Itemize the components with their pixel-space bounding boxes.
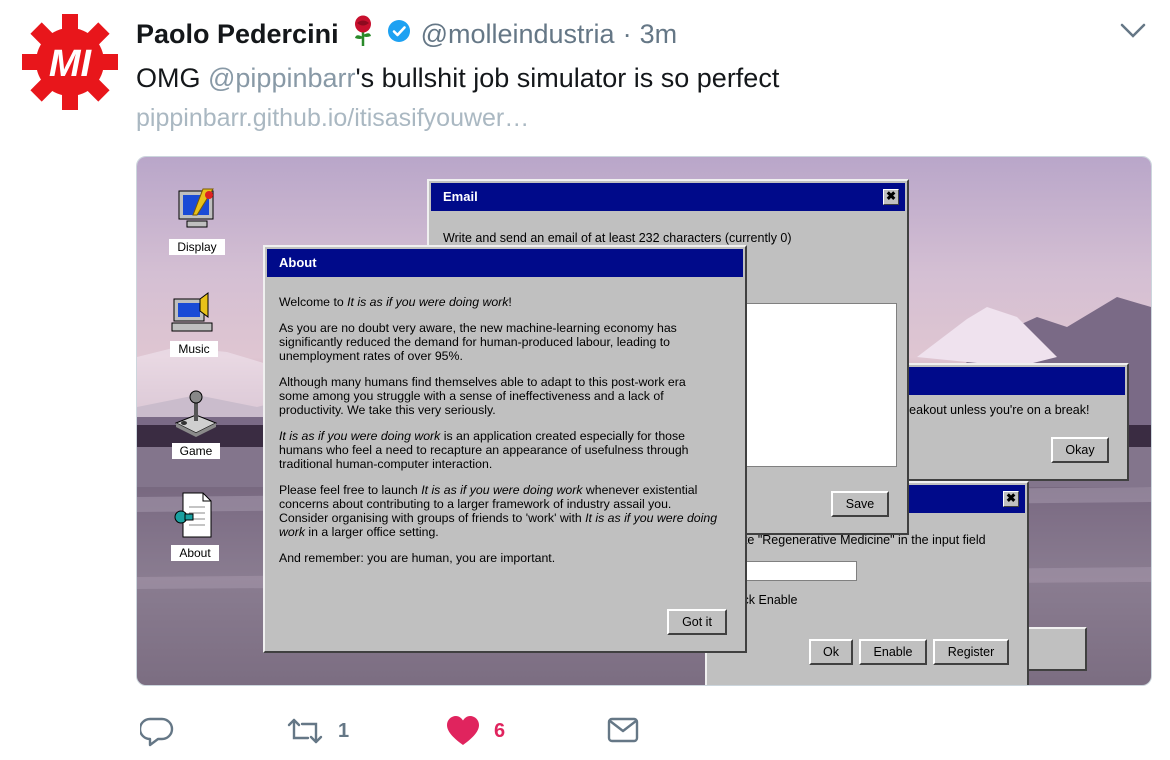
tweet-link[interactable]: pippinbarr.github.io/itisasifyouwer… [136, 100, 529, 136]
retweet-button[interactable]: 1 [286, 714, 446, 748]
enable-button[interactable]: Enable [859, 639, 927, 665]
desktop-icon-label: Game [171, 443, 221, 459]
molleindustria-logo: MI [2, 0, 138, 130]
retweet-count: 1 [338, 719, 350, 742]
about-paragraph: Please feel free to launch It is as if y… [279, 483, 718, 539]
about-body: Welcome to It is as if you were doing wo… [279, 295, 719, 577]
desktop-icon-label: Display [169, 239, 225, 255]
verified-badge-icon [387, 19, 411, 50]
joystick-icon [174, 390, 218, 437]
author-name[interactable]: Paolo Pedercini [136, 19, 339, 50]
tweet-text-suffix: 's bullshit job simulator is so perfect [355, 63, 780, 93]
chevron-down-icon[interactable] [1120, 22, 1146, 45]
tweet-media-image[interactable]: Display Music Game About reakout unless … [136, 156, 1152, 686]
ok-button[interactable]: Ok [809, 639, 853, 665]
about-window[interactable]: About Welcome to It is as if you were do… [263, 245, 747, 653]
about-title: About [279, 255, 317, 270]
desktop-background: Display Music Game About reakout unless … [137, 157, 1151, 685]
mail-icon [607, 717, 639, 743]
about-paragraph: And remember: you are human, you are imp… [279, 551, 556, 565]
register-instruction: rite "Regenerative Medicine" in the inpu… [737, 533, 986, 547]
about-paragraph: As you are no doubt very aware, the new … [279, 321, 677, 363]
save-button[interactable]: Save [831, 491, 889, 517]
reply-button[interactable] [140, 714, 286, 748]
register-input[interactable] [737, 561, 857, 581]
close-button[interactable]: ✖ [883, 189, 899, 205]
avatar-logo-text: MI [49, 43, 93, 85]
okay-button[interactable]: Okay [1051, 437, 1109, 463]
desktop-icon-music[interactable]: Music [164, 287, 224, 358]
about-paragraph: It is as if you were doing work is an ap… [279, 429, 689, 471]
got-it-button[interactable]: Got it [667, 609, 727, 635]
rose-icon [351, 15, 375, 54]
like-button[interactable]: 6 [446, 715, 606, 747]
retweet-icon [287, 718, 323, 744]
desktop-icon-display[interactable]: Display [167, 185, 227, 256]
desktop-icon-label: Music [170, 341, 218, 357]
about-paragraph: Welcome to It is as if you were doing wo… [279, 295, 512, 309]
breakout-window[interactable]: reakout unless you're on a break! Okay [897, 363, 1129, 481]
desktop-icon-game[interactable]: Game [166, 389, 226, 460]
direct-message-button[interactable] [606, 716, 640, 746]
breakout-message: reakout unless you're on a break! [905, 403, 1090, 417]
separator-dot: · [622, 18, 632, 49]
tweet-actions: 1 6 [140, 710, 640, 752]
document-icon [174, 492, 212, 538]
music-icon [171, 292, 213, 332]
tweet-header: Paolo Pedercini @molleindustria · 3m [136, 15, 678, 54]
email-titlebar[interactable]: Email ✖ [431, 183, 905, 211]
display-icon [178, 188, 214, 228]
author-handle[interactable]: @molleindustria [421, 19, 615, 50]
desktop-icon-about[interactable]: About [165, 491, 225, 562]
tweet-text: OMG @pippinbarr's bullshit job simulator… [136, 60, 779, 96]
about-titlebar[interactable]: About [267, 249, 743, 277]
tweet-text-prefix: OMG [136, 63, 208, 93]
email-instruction: Write and send an email of at least 232 … [443, 231, 792, 245]
breakout-titlebar[interactable] [901, 367, 1125, 395]
email-title: Email [443, 189, 478, 204]
register-button[interactable]: Register [933, 639, 1009, 665]
mention-link[interactable]: @pippinbarr [208, 63, 356, 93]
about-paragraph: Although many humans find themselves abl… [279, 375, 686, 417]
like-count: 6 [494, 719, 506, 742]
tweet-timestamp[interactable]: 3m [640, 19, 678, 50]
reply-icon [140, 717, 174, 747]
desktop-icon-label: About [171, 545, 219, 561]
author-avatar[interactable]: MI [2, 0, 138, 130]
heart-icon [447, 716, 479, 745]
close-button[interactable]: ✖ [1003, 491, 1019, 507]
